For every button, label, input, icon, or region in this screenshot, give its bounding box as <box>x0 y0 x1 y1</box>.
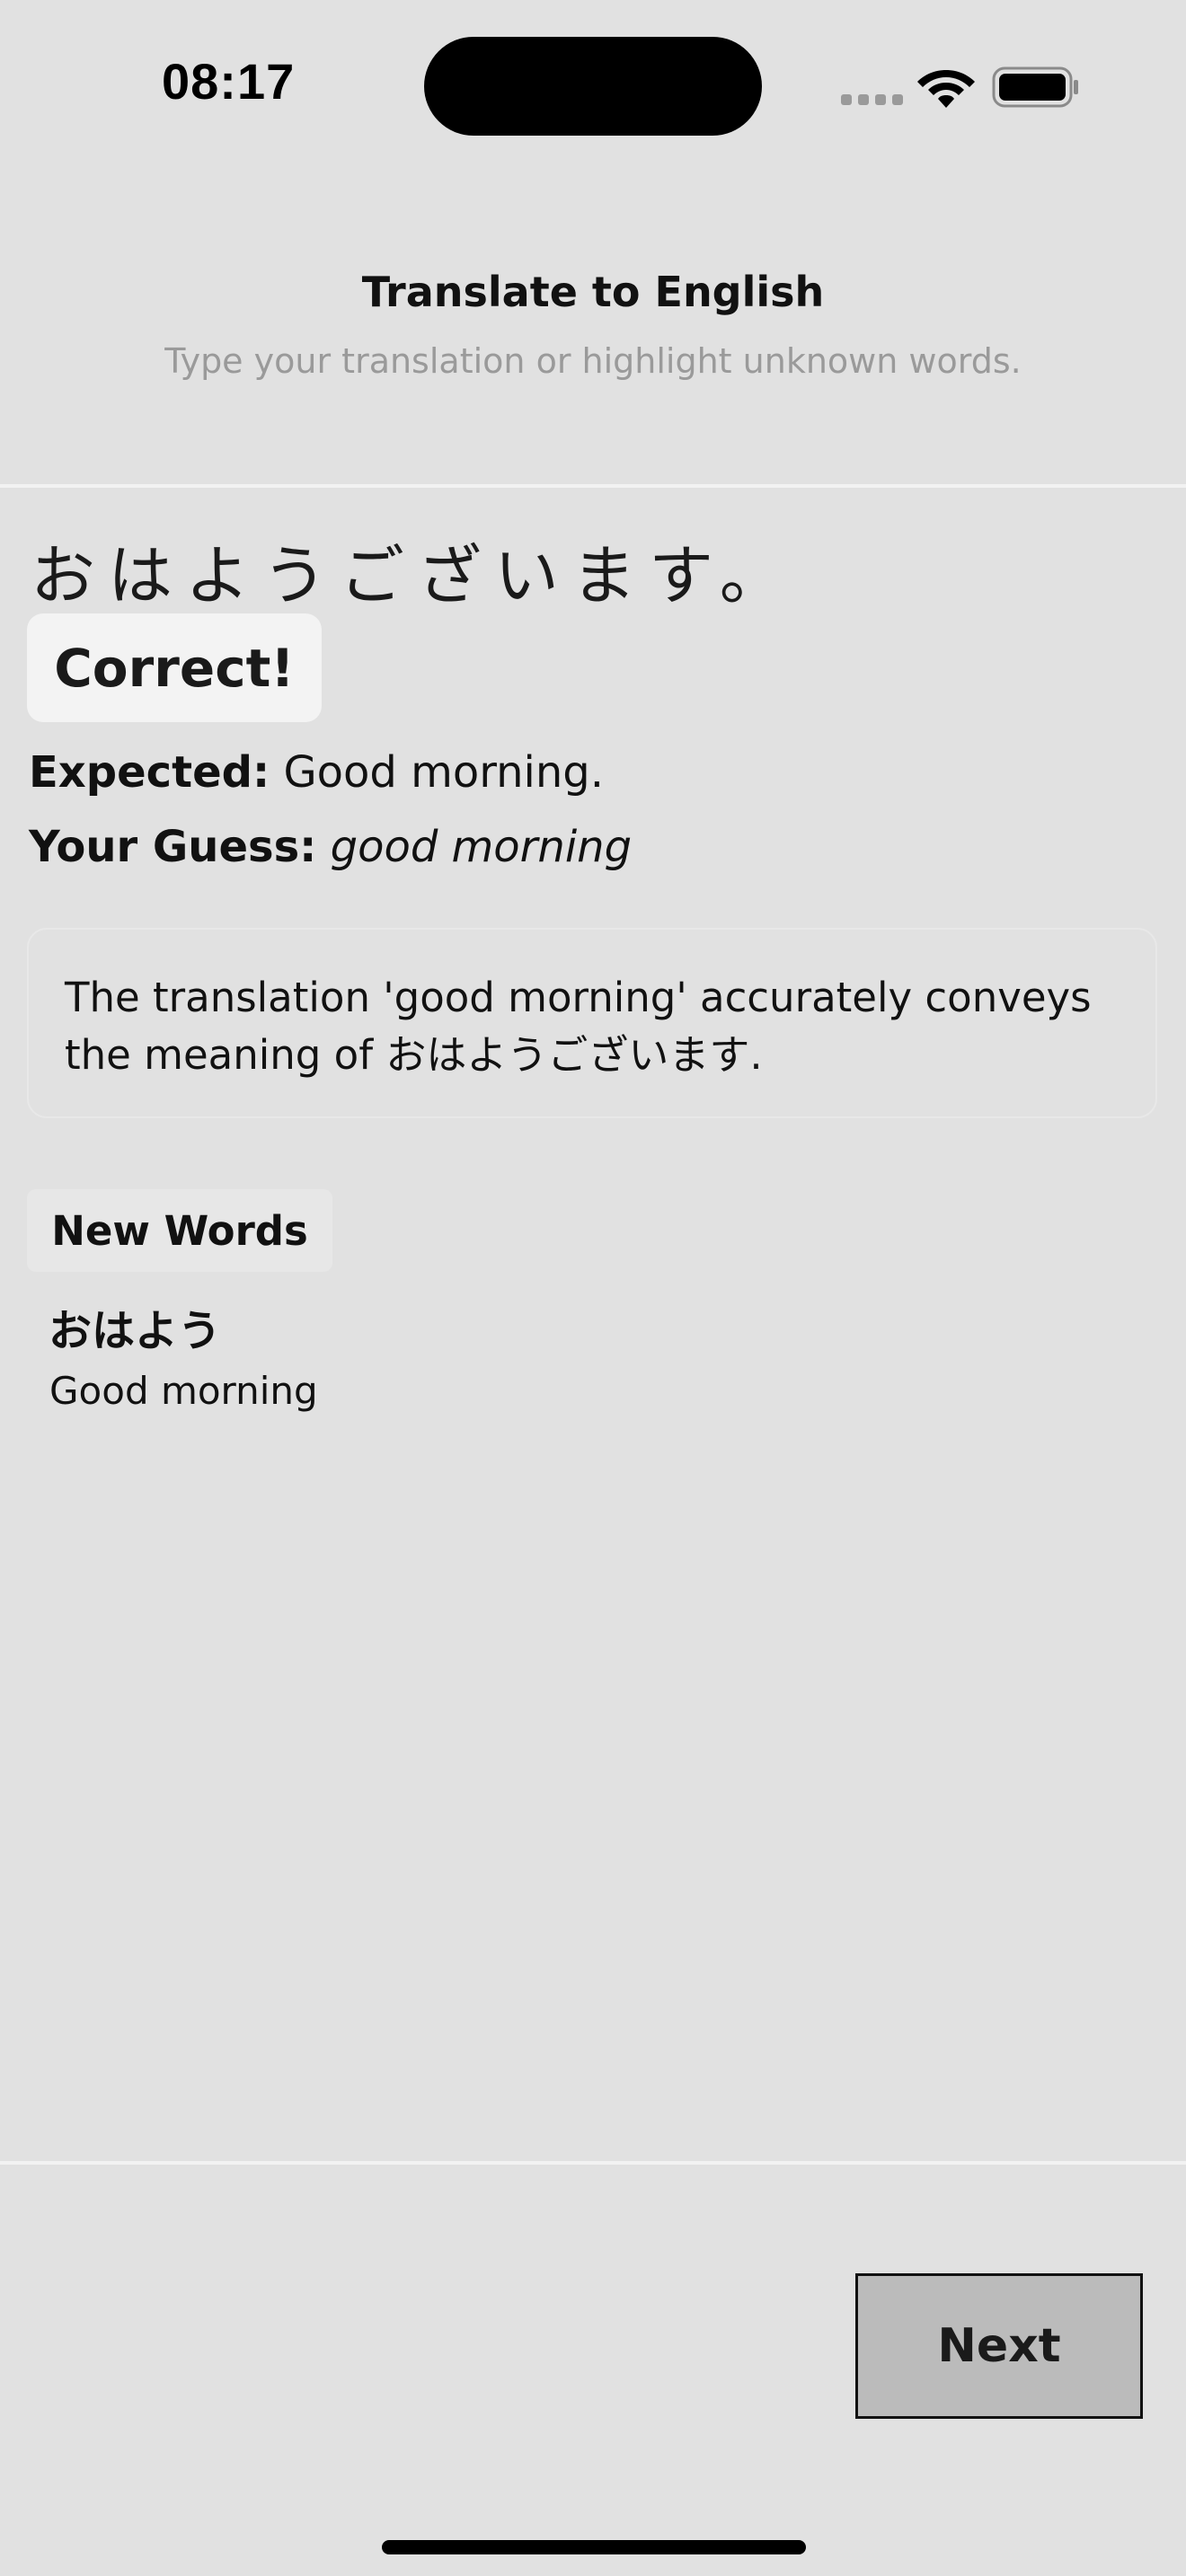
dynamic-island <box>424 37 762 136</box>
guess-label: Your Guess: <box>29 822 317 872</box>
page-subtitle: Type your translation or highlight unkno… <box>164 341 1022 381</box>
wifi-icon <box>917 70 975 108</box>
result-badge: Correct! <box>27 613 322 722</box>
source-sentence[interactable]: おはようございます。 <box>31 523 797 617</box>
page-title: Translate to English <box>361 268 825 316</box>
explanation-card: The translation 'good morning' accuratel… <box>27 928 1157 1118</box>
footer-divider <box>0 2161 1186 2165</box>
explanation-text: The translation 'good morning' accuratel… <box>65 974 1092 1079</box>
new-words-heading: New Words <box>27 1189 332 1272</box>
expected-value: Good morning. <box>283 747 605 798</box>
expected-label: Expected: <box>29 747 270 798</box>
next-button[interactable]: Next <box>855 2273 1143 2419</box>
cellular-signal-icon <box>841 94 903 105</box>
battery-icon <box>992 66 1078 108</box>
translation-result-screen: 08:17 Translate to English Type your tra… <box>0 0 1186 2576</box>
new-word-term: おはよう <box>49 1306 222 1356</box>
guess-value: good morning <box>330 822 633 872</box>
new-word-meaning: Good morning <box>49 1369 318 1413</box>
header-divider <box>0 484 1186 488</box>
status-time: 08:17 <box>162 53 296 110</box>
guess-row: Your Guess: good morning <box>29 822 632 872</box>
home-indicator[interactable] <box>382 2540 806 2554</box>
expected-row: Expected: Good morning. <box>29 747 604 798</box>
